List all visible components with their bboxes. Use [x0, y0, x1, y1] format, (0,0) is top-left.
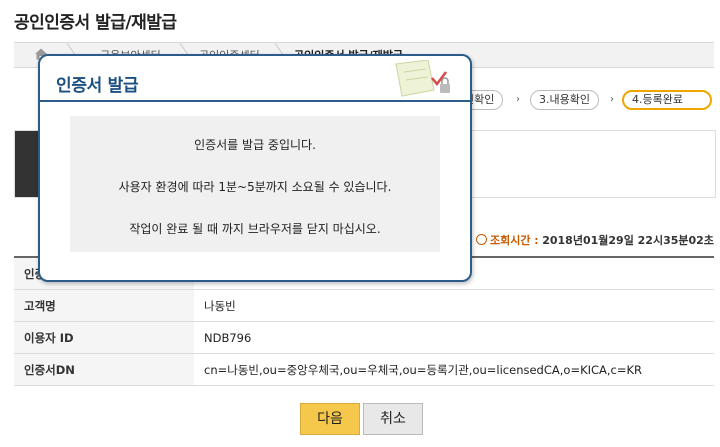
cancel-button[interactable]: 취소 [363, 403, 423, 435]
row-label: 인증서DN [14, 353, 194, 386]
query-time: 조회시간 : 2018년01월29일 22시35분02초 [476, 232, 714, 248]
dialog-title: 인증서 발급 [56, 76, 139, 96]
row-label: 고객명 [14, 289, 194, 322]
dialog-message-2: 사용자 환경에 따라 1분~5분까지 소요될 수 있습니다. [118, 180, 392, 194]
clock-icon [476, 234, 487, 245]
page-title: 공인인증서 발급/재발급 [14, 13, 177, 33]
next-button[interactable]: 다음 [300, 403, 360, 435]
query-time-value: 2018년01월29일 22시35분02초 [542, 234, 714, 247]
dialog-header-divider [40, 100, 470, 102]
table-row: 고객명 나동빈 [14, 289, 714, 322]
step-4-active: 4.등록완료 [622, 90, 712, 110]
step-3: 3.내용확인 [530, 90, 599, 110]
row-value: 나동빈 [194, 289, 714, 322]
table-row: 이용자 ID NDB796 [14, 321, 714, 354]
query-time-label: 조회시간 : [490, 234, 539, 247]
chevron-right-icon: › [610, 94, 614, 105]
dialog-message-box: 인증서를 발급 중입니다. 사용자 환경에 따라 1분~5분까지 소요될 수 있… [70, 116, 440, 252]
certificate-illustration-icon [395, 60, 450, 97]
row-value: NDB796 [194, 321, 714, 354]
issuing-dialog: 인증서 발급 인증서를 발급 중입니다. 사용자 환경에 따라 1분~5분까지 … [38, 54, 472, 282]
dialog-message-1: 인증서를 발급 중입니다. [194, 138, 316, 152]
chevron-right-icon: › [516, 94, 520, 105]
row-label: 이용자 ID [14, 321, 194, 354]
dialog-message-3: 작업이 완료 될 때 까지 브라우저를 닫지 마십시오. [129, 222, 381, 236]
table-row: 인증서DN cn=나동빈,ou=중앙우체국,ou=우체국,ou=등록기관,ou=… [14, 353, 714, 386]
row-value: cn=나동빈,ou=중앙우체국,ou=우체국,ou=등록기관,ou=licens… [194, 353, 714, 386]
